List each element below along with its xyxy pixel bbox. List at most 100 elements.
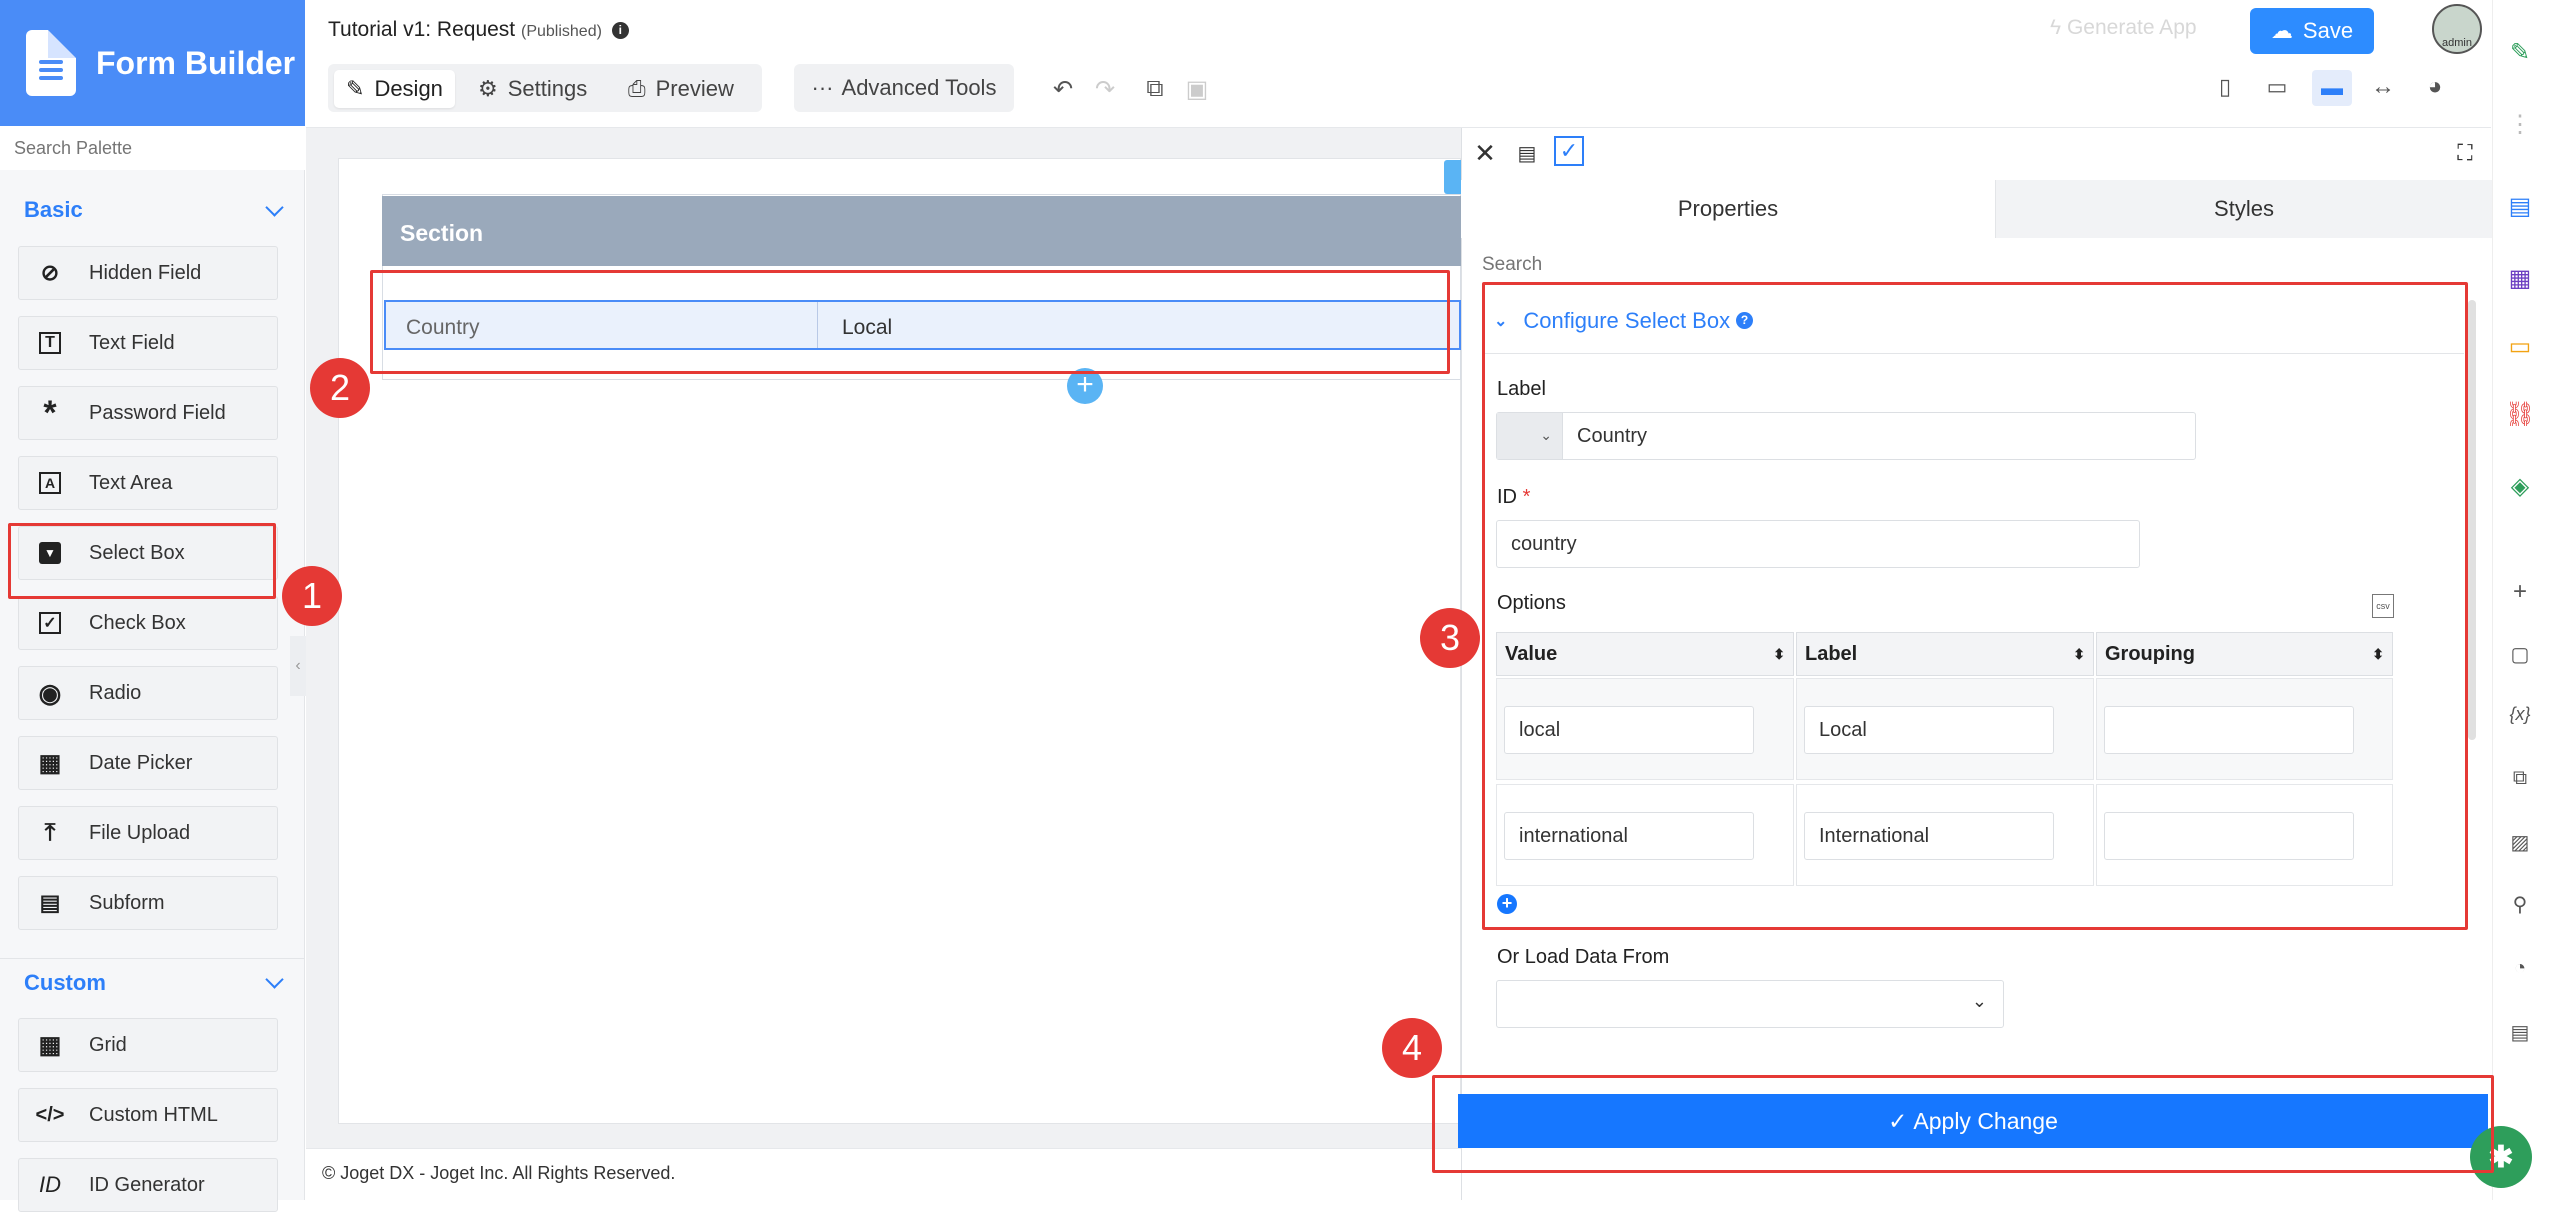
tablet-view-icon[interactable]: ▭ — [2262, 72, 2292, 102]
paste-icon[interactable]: ▣ — [1182, 74, 1212, 104]
tab-label: Preview — [655, 76, 734, 101]
checkbox-selected-icon[interactable]: ✓ — [1554, 136, 1584, 166]
variable-icon[interactable]: {x} — [2500, 694, 2540, 734]
generate-app-button[interactable]: ϟ Generate App — [2050, 16, 2197, 40]
footer: © Joget DX - Joget Inc. All Rights Reser… — [306, 1148, 1461, 1200]
section-header[interactable]: Section — [382, 196, 1461, 266]
userview-icon[interactable]: ▭ — [2500, 326, 2540, 366]
desktop-view-icon[interactable]: ▬ — [2312, 70, 2352, 106]
category-label: Basic — [24, 197, 83, 222]
palette-item-label: Text Area — [89, 471, 173, 494]
text-area-icon: A — [39, 472, 61, 494]
load-data-select[interactable]: ⌄ — [1496, 980, 2004, 1028]
chevron-down-icon: ⌄ — [1971, 991, 1987, 1011]
copy-icon[interactable]: ⧉ — [1140, 74, 1170, 104]
panel-scrollbar[interactable] — [2468, 300, 2476, 740]
annotation-box-4 — [1432, 1075, 2494, 1173]
palette-item-text-field[interactable]: T Text Field — [18, 316, 278, 370]
palette-item-text-area[interactable]: A Text Area — [18, 456, 278, 510]
tab-properties[interactable]: Properties — [1461, 180, 1995, 238]
tab-label: Settings — [507, 76, 588, 101]
annotation-badge-3: 3 — [1420, 608, 1480, 668]
info-icon[interactable]: i — [611, 22, 629, 39]
brand-title: Form Builder — [96, 44, 296, 81]
generate-icon: ϟ — [2050, 16, 2067, 39]
palette-category-basic[interactable]: Basic — [0, 186, 305, 234]
property-search-input[interactable] — [1482, 250, 2462, 280]
section-title: Section — [400, 220, 484, 246]
tab-design[interactable]: ✎ Design — [334, 70, 455, 108]
element-list-icon[interactable]: ▤ — [1512, 138, 1542, 168]
palette-item-custom-html[interactable]: </> Custom HTML — [18, 1088, 278, 1142]
asterisk-icon: * — [43, 393, 57, 432]
palette-item-subform[interactable]: ▤ Subform — [18, 876, 278, 930]
palette-item-label: Custom HTML — [89, 1103, 218, 1126]
tab-settings[interactable]: ⚙ Settings — [466, 70, 599, 108]
gear-icon: ⚙ — [478, 76, 498, 101]
palette-item-file-upload[interactable]: ⤒ File Upload — [18, 806, 278, 860]
cloud-upload-icon: ☁ — [2270, 18, 2293, 43]
upload-icon: ⤒ — [44, 819, 56, 846]
calendar-icon: ▦ — [38, 749, 62, 777]
form-builder-logo-icon — [26, 30, 76, 96]
palette-item-label: ID Generator — [89, 1173, 205, 1196]
palette-item-label: Check Box — [89, 611, 186, 634]
palette-item-label: Subform — [89, 891, 165, 914]
drag-handle-icon[interactable]: ⋮ — [2500, 104, 2540, 144]
palette-item-check-box[interactable]: ✓ Check Box — [18, 596, 278, 650]
section-tab-handle[interactable] — [1444, 160, 1461, 194]
redo-icon[interactable]: ↷ — [1090, 74, 1120, 104]
undo-icon[interactable]: ↶ — [1048, 74, 1078, 104]
subform-icon: ▤ — [39, 890, 61, 915]
palette-item-label: Password Field — [89, 401, 226, 424]
palette-item-radio[interactable]: ◉ Radio — [18, 666, 278, 720]
grid-icon: ▦ — [38, 1031, 62, 1059]
palette-item-label: Text Field — [89, 331, 175, 354]
fullscreen-icon[interactable]: ⛶ — [2450, 138, 2480, 168]
avatar[interactable]: admin — [2432, 4, 2482, 54]
process-icon[interactable]: ⛓ — [2500, 394, 2540, 434]
expand-width-icon[interactable]: ↔ — [2368, 72, 2398, 102]
palette-item-hidden-field[interactable]: ⊘ Hidden Field — [18, 246, 278, 300]
palette-category-custom[interactable]: Custom — [0, 958, 305, 1006]
palette-search-input[interactable] — [0, 126, 305, 170]
palette-item-label: File Upload — [89, 821, 191, 844]
palette-item-grid[interactable]: ▦ Grid — [18, 1018, 278, 1072]
datalist-icon[interactable]: ▦ — [2500, 258, 2540, 298]
log-icon[interactable]: ▤ — [2500, 1012, 2540, 1052]
more-dots-icon: ··· — [811, 75, 834, 100]
palette-item-id-generator[interactable]: ID ID Generator — [18, 1158, 278, 1212]
add-icon[interactable]: + — [2500, 572, 2540, 612]
performance-icon[interactable]: ◔ — [2500, 948, 2540, 988]
advanced-tools-button[interactable]: ··· Advanced Tools — [794, 64, 1014, 112]
resource-icon[interactable]: ⧉ — [2500, 758, 2540, 798]
plugin-icon[interactable]: ⚲ — [2500, 884, 2540, 924]
close-icon[interactable]: ✕ — [1470, 138, 1500, 168]
sidebar-collapse-handle[interactable]: ‹ — [290, 636, 306, 696]
note-icon[interactable]: ▢ — [2500, 634, 2540, 674]
mobile-view-icon[interactable]: ▯ — [2210, 72, 2240, 102]
tab-label: Properties — [1677, 196, 1779, 221]
tab-preview[interactable]: ⎙ Preview — [616, 70, 746, 108]
avatar-label: admin — [2442, 37, 2472, 49]
tab-styles[interactable]: Styles — [1995, 180, 2492, 238]
palette-item-label: Radio — [89, 681, 142, 704]
eye-slash-icon: ⊘ — [40, 260, 60, 285]
form-document-icon[interactable]: ▤ — [2500, 186, 2540, 226]
advanced-tools-label: Advanced Tools — [841, 75, 997, 100]
annotation-badge-4: 4 — [1382, 1018, 1442, 1078]
id-icon: ID — [39, 1172, 61, 1197]
load-data-label: Or Load Data From — [1497, 946, 1670, 968]
image-file-icon[interactable]: ▨ — [2500, 822, 2540, 862]
edit-form-icon[interactable]: ✎ — [2500, 32, 2540, 72]
annotation-box-1 — [8, 523, 276, 599]
palette-item-date-picker[interactable]: ▦ Date Picker — [18, 736, 278, 790]
code-icon: </> — [35, 1103, 65, 1126]
theme-paint-icon[interactable]: ◈ — [2500, 466, 2540, 506]
palette-theme-icon[interactable]: ◕ — [2420, 72, 2450, 102]
radio-icon: ◉ — [38, 677, 62, 708]
save-button[interactable]: ☁ Save — [2250, 8, 2374, 54]
palette-item-label: Grid — [89, 1033, 127, 1056]
palette-item-password-field[interactable]: * Password Field — [18, 386, 278, 440]
form-title: Tutorial v1: Request (Published) i — [328, 18, 629, 42]
